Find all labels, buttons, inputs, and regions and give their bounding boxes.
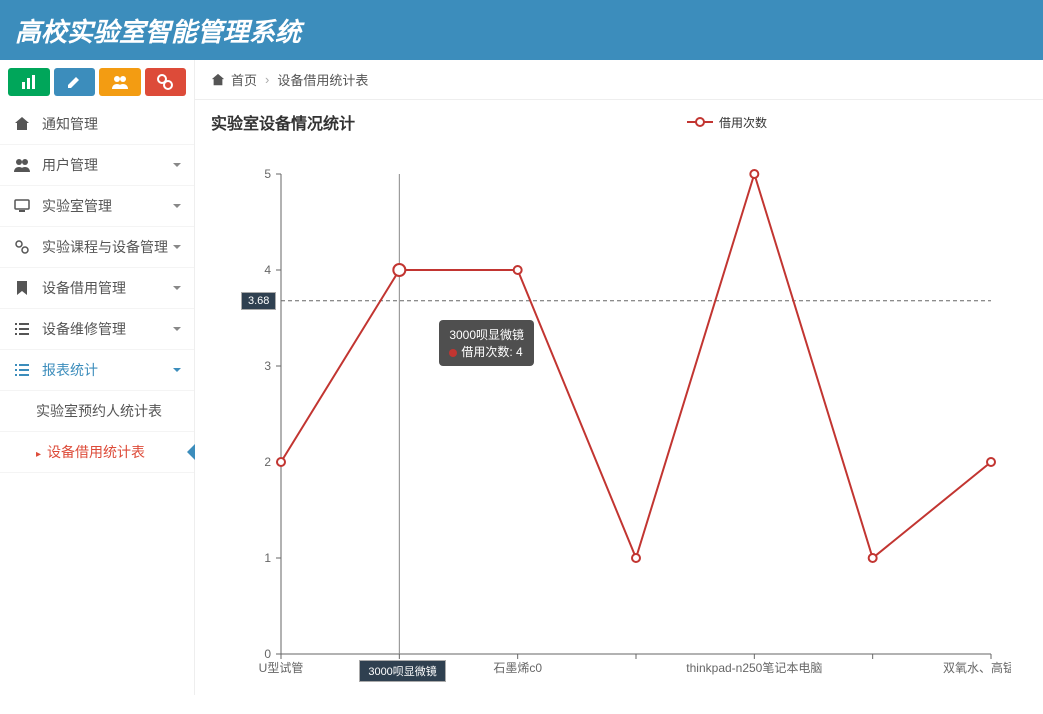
axis-pointer-x-label: 3000呗显微镜: [359, 660, 445, 682]
nav-label: 报表统计: [42, 360, 98, 380]
nav-label: 实验室管理: [42, 196, 112, 216]
bookmark-icon: [12, 280, 32, 296]
nav-label: 设备维修管理: [42, 319, 126, 339]
action-button-row: [0, 60, 194, 104]
svg-text:2: 2: [264, 455, 271, 469]
nav-label: 实验课程与设备管理: [42, 237, 168, 257]
nav-label: 设备借用管理: [42, 278, 126, 298]
app-title: 高校实验室智能管理系统: [15, 12, 301, 49]
svg-text:0: 0: [264, 647, 271, 661]
sub-label: 实验室预约人统计表: [36, 403, 162, 419]
home-icon: [211, 73, 225, 87]
svg-text:3: 3: [264, 359, 271, 373]
chevron-down-icon: [172, 239, 182, 255]
chevron-down-icon: [172, 157, 182, 173]
chart-plot[interactable]: 0 1 2 3 4 5 U型试管 3000呗显微镜 石墨烯c0 thinkpad-n250笔记本电…: [211, 144, 1011, 704]
stats-action-button[interactable]: [8, 68, 50, 96]
svg-text:石墨烯c0: 石墨烯c0: [493, 661, 542, 675]
nav-list: 通知管理 用户管理 实验室管理 实验课程与设备管理 设备借用管理: [0, 104, 194, 473]
users-action-button[interactable]: [99, 68, 141, 96]
chevron-down-icon: [172, 321, 182, 337]
settings-action-button[interactable]: [145, 68, 187, 96]
nav-label: 通知管理: [42, 114, 98, 134]
breadcrumb: 首页 › 设备借用统计表: [195, 60, 1043, 100]
users-icon: [112, 74, 128, 90]
sub-label: 设备借用统计表: [47, 444, 145, 460]
breadcrumb-home[interactable]: 首页: [231, 70, 257, 89]
nav-item-lab[interactable]: 实验室管理: [0, 186, 194, 227]
nav-item-course[interactable]: 实验课程与设备管理: [0, 227, 194, 268]
list-icon: [12, 362, 32, 378]
bars-icon: [21, 74, 37, 90]
home-icon: [12, 116, 32, 132]
app-header: 高校实验室智能管理系统: [0, 0, 1043, 60]
caret-icon: ▸: [36, 449, 41, 460]
chart-legend[interactable]: 借用次数: [687, 114, 767, 131]
list-icon: [12, 321, 32, 337]
nav-item-repair[interactable]: 设备维修管理: [0, 309, 194, 350]
nav-item-users[interactable]: 用户管理: [0, 145, 194, 186]
sidebar: 通知管理 用户管理 实验室管理 实验课程与设备管理 设备借用管理: [0, 60, 195, 695]
pencil-icon: [66, 74, 82, 90]
monitor-icon: [12, 198, 32, 214]
svg-text:thinkpad-n250笔记本电脑: thinkpad-n250笔记本电脑: [686, 660, 822, 675]
chart-title: 实验室设备情况统计: [211, 110, 355, 134]
axis-pointer-y-label: 3.68: [241, 292, 276, 310]
svg-text:5: 5: [264, 167, 271, 181]
nav-item-borrow[interactable]: 设备借用管理: [0, 268, 194, 309]
nav-label: 用户管理: [42, 155, 98, 175]
chevron-down-icon: [172, 280, 182, 296]
svg-text:双氧水、高锰酸钾: 双氧水、高锰酸钾: [943, 660, 1011, 675]
nav-item-report[interactable]: 报表统计: [0, 350, 194, 391]
chart-container: 实验室设备情况统计 借用次数 0 1 2 3 4 5 U型试管 3000呗显微镜 石墨烯c0 th…: [195, 100, 1043, 714]
sub-item-borrow-report[interactable]: ▸ 设备借用统计表: [0, 432, 194, 473]
breadcrumb-separator: ›: [265, 72, 269, 87]
edit-action-button[interactable]: [54, 68, 96, 96]
sub-item-reserve-report[interactable]: 实验室预约人统计表: [0, 391, 194, 432]
svg-text:1: 1: [264, 551, 271, 565]
breadcrumb-current: 设备借用统计表: [277, 70, 368, 89]
gears-icon: [12, 239, 32, 255]
legend-marker-icon: [687, 116, 713, 128]
chevron-down-icon: [172, 198, 182, 214]
legend-label: 借用次数: [719, 114, 767, 131]
svg-text:U型试管: U型试管: [259, 660, 304, 675]
svg-text:4: 4: [264, 263, 271, 277]
chevron-down-icon: [172, 362, 182, 378]
nav-item-notice[interactable]: 通知管理: [0, 104, 194, 145]
users-icon: [12, 157, 32, 173]
gears-icon: [157, 74, 173, 90]
main-content: 首页 › 设备借用统计表 实验室设备情况统计 借用次数 0 1 2 3 4 5 U型试管 30…: [195, 60, 1043, 695]
